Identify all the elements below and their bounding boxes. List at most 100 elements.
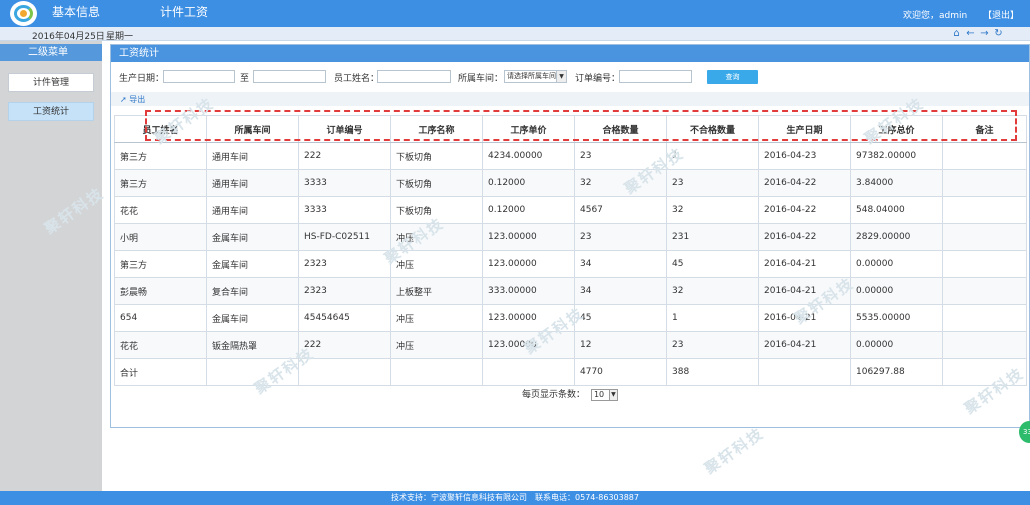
toolbar: ➚ 导出 <box>111 92 1029 106</box>
sidebar-title: 二级菜单 <box>0 44 102 61</box>
table-cell: 23 <box>574 223 667 251</box>
table-cell: 32 <box>666 196 759 224</box>
table-row: 第三方 通用车间 222 下板切角 4234.00000 23 1 2016-04-23 973… <box>114 142 1027 170</box>
table-cell: 222 <box>298 142 391 170</box>
order-number-label: 订单编号： <box>575 74 621 84</box>
employee-name-label: 员工姓名： <box>334 74 380 84</box>
welcome-text: 欢迎您，admin <box>903 11 968 21</box>
table-cell: 45 <box>666 250 759 278</box>
table-cell: 小明 <box>114 223 207 251</box>
order-number-input[interactable] <box>619 70 692 83</box>
table-cell: 2829.00000 <box>850 223 943 251</box>
table-cell: 45 <box>574 304 667 332</box>
table-cell: 388 <box>666 358 759 386</box>
table-row: 花花 钣金隔热罩 222 冲压 123.00000 12 23 2016-04-21 0.000… <box>114 331 1027 359</box>
table-cell: 45454645 <box>298 304 391 332</box>
table-row: 花花 通用车间 3333 下板切角 0.12000 4567 32 2016-04-22 548… <box>114 196 1027 224</box>
sidebar-item-piece-management[interactable]: 计件管理 <box>8 73 94 92</box>
table-cell: 32 <box>666 277 759 305</box>
table-cell: 1 <box>666 304 759 332</box>
table-cell: 3.84000 <box>850 169 943 197</box>
table-cell: 4770 <box>574 358 667 386</box>
table-cell: 2323 <box>298 277 391 305</box>
table-cell <box>390 358 483 386</box>
table-cell: 3333 <box>298 196 391 224</box>
table-cell: 3333 <box>298 169 391 197</box>
table-cell: 金属车间 <box>206 304 299 332</box>
forward-icon[interactable]: → <box>979 28 990 40</box>
table-row: 第三方 通用车间 3333 下板切角 0.12000 32 23 2016-04-22 3.84… <box>114 169 1027 197</box>
home-icon[interactable]: ⌂ <box>951 28 962 40</box>
search-button[interactable]: 查询 <box>707 70 758 84</box>
page-title: 工资统计 <box>111 45 1029 62</box>
filter-bar: 生产日期： 至 员工姓名： 所属车间： 请选择所属车间 ▼ 订单编号： 查询 <box>111 69 1029 85</box>
table-cell: 231 <box>666 223 759 251</box>
table-cell: 548.04000 <box>850 196 943 224</box>
table-cell <box>942 196 1027 224</box>
production-date-end-input[interactable] <box>253 70 326 83</box>
table-cell: 1 <box>666 142 759 170</box>
production-date-start-input[interactable] <box>163 70 235 83</box>
workshop-select-value: 请选择所属车间 <box>507 72 556 80</box>
table-cell: 97382.00000 <box>850 142 943 170</box>
nav-basic-info[interactable]: 基本信息 <box>52 3 100 20</box>
table-cell: 下板切角 <box>390 196 483 224</box>
top-bar: 基本信息 计件工资 欢迎您，admin 【退出】 <box>0 0 1030 27</box>
table-cell: 5535.00000 <box>850 304 943 332</box>
table-cell <box>482 358 575 386</box>
table-cell: 2016-04-21 <box>758 331 851 359</box>
table-cell: 2016-04-21 <box>758 250 851 278</box>
table-cell: 上板整平 <box>390 277 483 305</box>
table-cell: 冲压 <box>390 250 483 278</box>
table-cell <box>942 331 1027 359</box>
sub-bar: 2016年04月25日 星期一 ⌂ ← → ↻ <box>0 27 1030 42</box>
main-panel: 工资统计 生产日期： 至 员工姓名： 所属车间： 请选择所属车间 ▼ 订单编号：… <box>110 44 1030 428</box>
table-cell <box>942 304 1027 332</box>
table-cell: 4234.00000 <box>482 142 575 170</box>
logo-icon <box>10 1 37 26</box>
table-cell: 金属车间 <box>206 223 299 251</box>
page-size-label: 每页显示条数： <box>522 390 586 400</box>
table-cell <box>942 250 1027 278</box>
table-cell <box>942 277 1027 305</box>
page-size-select[interactable]: 10 ▼ <box>590 388 618 401</box>
table-cell <box>758 358 851 386</box>
production-date-label: 生产日期： <box>119 74 165 84</box>
table-cell: 2016-04-22 <box>758 223 851 251</box>
table-cell: 合计 <box>114 358 207 386</box>
table-cell: 通用车间 <box>206 169 299 197</box>
table-cell: 222 <box>298 331 391 359</box>
nav-piece-salary[interactable]: 计件工资 <box>160 3 208 20</box>
table-cell: 花花 <box>114 196 207 224</box>
sidebar-item-salary-statistics[interactable]: 工资统计 <box>8 102 94 121</box>
logout-link[interactable]: 【退出】 <box>983 8 1019 21</box>
table-cell <box>206 358 299 386</box>
footer: 技术支持：宁波聚轩信息科技有限公司 联系电话：0574-86303887 <box>0 491 1030 505</box>
watermark-text: 聚轩科技 <box>701 424 768 478</box>
export-button[interactable]: ➚ 导出 <box>120 94 145 105</box>
table-cell: 冲压 <box>390 223 483 251</box>
table-header-row: 员工姓名 所属车间 订单编号 工序名称 工序单价 合格数量 不合格数量 生产日期 工序总价 备注 <box>114 115 1027 143</box>
table-cell: 复合车间 <box>206 277 299 305</box>
table-cell: 123.00000 <box>482 304 575 332</box>
employee-name-input[interactable] <box>377 70 451 83</box>
table-row: 彭晨畅 复合车间 2323 上板整平 333.00000 34 32 2016-04-21 0.… <box>114 277 1027 305</box>
table-cell: 23 <box>666 331 759 359</box>
table-cell: 0.12000 <box>482 196 575 224</box>
chevron-down-icon: ▼ <box>556 71 566 82</box>
table-cell: 2016-04-21 <box>758 277 851 305</box>
export-label: 导出 <box>129 95 146 104</box>
workshop-select[interactable]: 请选择所属车间 ▼ <box>504 70 567 83</box>
total-row: 合计 4770 388 106297.88 <box>114 358 1027 386</box>
floating-badge-button[interactable]: 33 <box>1019 421 1030 443</box>
column-header: 备注 <box>942 115 1027 143</box>
back-icon[interactable]: ← <box>965 28 976 40</box>
table-cell: 654 <box>114 304 207 332</box>
table-cell <box>298 358 391 386</box>
table-cell: 0.00000 <box>850 250 943 278</box>
table-cell: 123.00000 <box>482 250 575 278</box>
refresh-icon[interactable]: ↻ <box>993 28 1004 40</box>
table-cell: 2016-04-23 <box>758 142 851 170</box>
table-cell: HS-FD-C02511 <box>298 223 391 251</box>
table-cell: 下板切角 <box>390 142 483 170</box>
